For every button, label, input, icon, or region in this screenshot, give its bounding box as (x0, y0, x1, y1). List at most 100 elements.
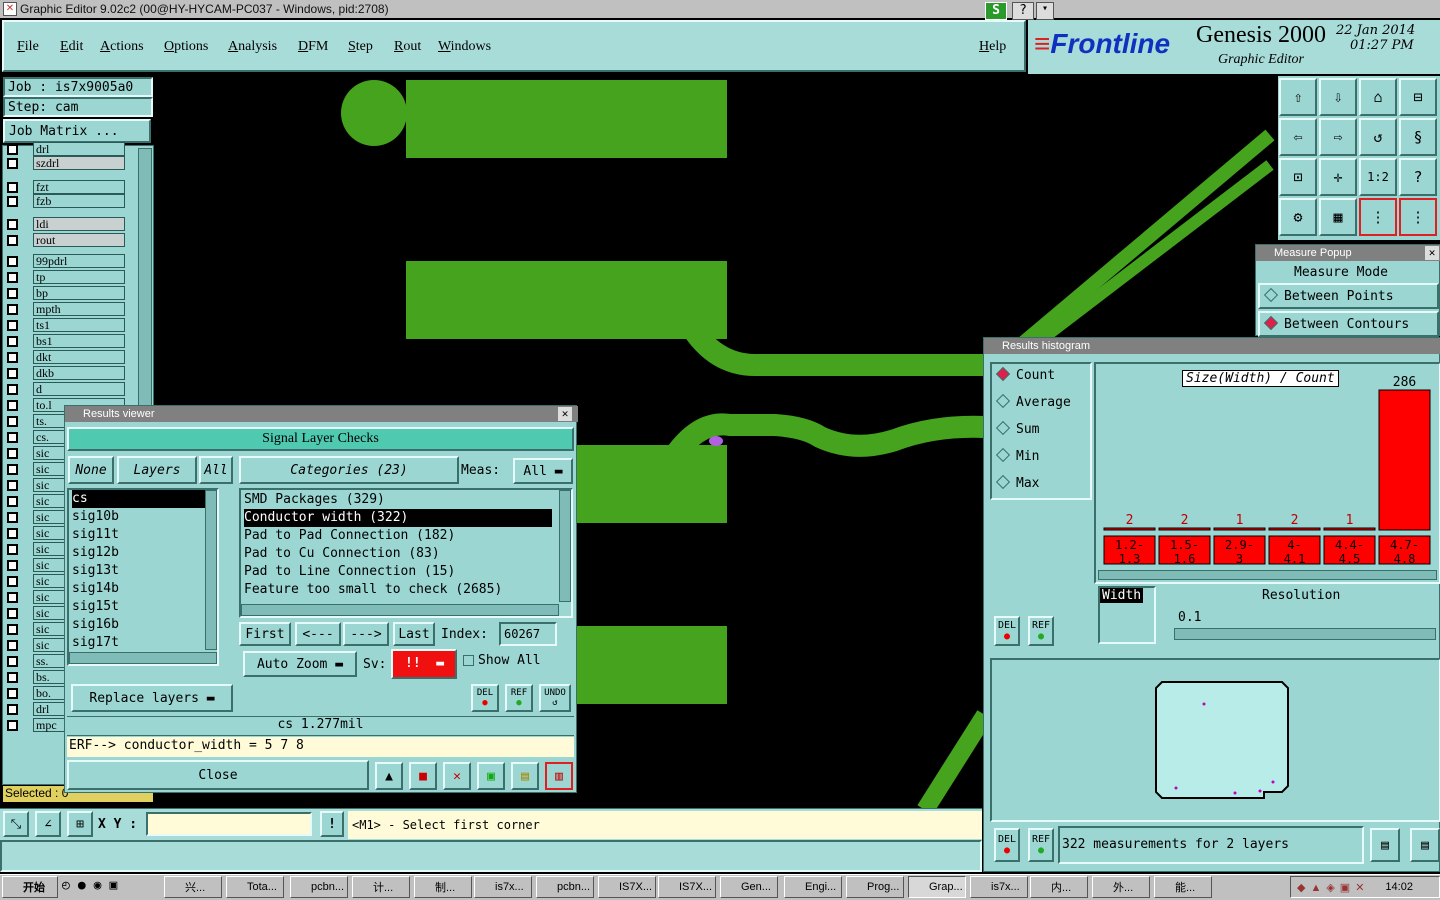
layer-checkbox[interactable] (7, 287, 18, 299)
layer-checkbox[interactable] (7, 319, 18, 331)
view-mirror-icon[interactable]: § (1399, 118, 1437, 156)
result-category-item[interactable]: Pad to Line Connection (15) (244, 563, 571, 581)
all-layers-button[interactable]: All (199, 456, 233, 484)
taskbar-item[interactable]: pcbn... (290, 876, 348, 898)
histogram-mode-option[interactable]: Sum (995, 420, 1084, 449)
layer-checkbox[interactable] (7, 157, 18, 169)
rv-ref-button[interactable]: REF ● (505, 684, 533, 712)
rv-tool-4-icon[interactable]: ▣ (477, 762, 505, 790)
taskbar-item[interactable]: is7x... (970, 876, 1028, 898)
layer-results-list[interactable]: cs sig10b sig11t sig12b sig13t sig14b sig15t si… (67, 488, 219, 666)
layer-checkbox[interactable] (7, 511, 18, 523)
resolution-slider[interactable] (1174, 628, 1436, 640)
rv-histogram-icon[interactable]: ▥ (545, 762, 573, 790)
layer-checkbox[interactable] (7, 218, 18, 230)
layer-checkbox[interactable] (7, 367, 18, 379)
layer-checkbox[interactable] (7, 399, 18, 411)
layer-checkbox[interactable] (7, 559, 18, 571)
histogram-footer-ref[interactable]: REF ● (1028, 828, 1054, 862)
layer-checkbox[interactable] (7, 255, 18, 267)
layer-checkbox[interactable] (7, 351, 18, 363)
layer-checkbox[interactable] (7, 463, 18, 475)
grid-icon[interactable]: ▦ (1319, 198, 1357, 236)
result-layer-item[interactable]: cs (72, 490, 212, 508)
menu-edit[interactable]: Edit (60, 39, 83, 55)
layer-checkbox[interactable] (7, 687, 18, 699)
sv-dropdown[interactable]: !! ▬ (391, 649, 457, 679)
index-input[interactable]: 60267 (499, 622, 557, 646)
layer-checkbox[interactable] (7, 703, 18, 715)
tool-grid-icon[interactable]: ⊞ (67, 811, 93, 837)
result-category-item[interactable]: Feature too small to check (2685) (244, 581, 571, 599)
result-layer-item[interactable]: sig10b (72, 508, 217, 526)
layer-checkbox[interactable] (7, 655, 18, 667)
view-split-icon[interactable]: ⊟ (1399, 78, 1437, 116)
menu-analysis[interactable]: Analysis (228, 39, 277, 55)
first-button[interactable]: First (239, 622, 291, 646)
zoom-fit-icon[interactable]: ⊡ (1279, 158, 1317, 196)
layer-checkbox[interactable] (7, 623, 18, 635)
taskbar-item[interactable]: Grap... (908, 876, 966, 898)
layer-checkbox[interactable] (7, 671, 18, 683)
between-points-option[interactable]: Between Points (1258, 283, 1439, 309)
layer-checkbox[interactable] (7, 271, 18, 283)
layer-checkbox[interactable] (7, 431, 18, 443)
result-category-item[interactable]: SMD Packages (329) (244, 491, 571, 509)
result-layer-item[interactable]: sig15t (72, 598, 217, 616)
layer-row[interactable]: ts1 (7, 318, 125, 332)
layer-checkbox[interactable] (7, 591, 18, 603)
layer-row[interactable]: ldi (7, 217, 125, 231)
layer-row[interactable]: fzb (7, 194, 125, 208)
menu-step[interactable]: Step (348, 39, 373, 55)
layer-row[interactable]: bs1 (7, 334, 125, 348)
layer-row[interactable]: rout (7, 233, 125, 247)
titlebar-s-button[interactable]: S (985, 2, 1007, 20)
netlist-compare-icon[interactable]: ⋮ (1399, 198, 1437, 236)
measure-popup-close[interactable]: ✕ (1425, 246, 1439, 260)
layer-checkbox[interactable] (7, 719, 18, 731)
layer-checkbox[interactable] (7, 447, 18, 459)
taskbar-item[interactable]: Engi... (784, 876, 842, 898)
histogram-hscroll[interactable] (1098, 570, 1437, 580)
taskbar-item[interactable]: Tota... (226, 876, 284, 898)
next-button[interactable]: ---> (343, 622, 389, 646)
taskbar-item[interactable]: IS7X... (658, 876, 716, 898)
histogram-export-icon[interactable]: ▤ (1410, 828, 1440, 862)
view-up-icon[interactable]: ⇧ (1279, 78, 1317, 116)
category-results-hscroll[interactable] (241, 604, 559, 616)
layer-checkbox[interactable] (7, 181, 18, 193)
categories-button[interactable]: Categories (23) (239, 456, 459, 484)
result-layer-item[interactable]: sig13t (72, 562, 217, 580)
layer-row[interactable]: fzt (7, 180, 125, 194)
layer-checkbox[interactable] (7, 415, 18, 427)
layer-row[interactable]: mpth (7, 302, 125, 316)
histogram-mode-option[interactable]: Min (995, 447, 1084, 476)
layer-checkbox[interactable] (7, 479, 18, 491)
result-category-item[interactable]: Conductor width (322) (244, 509, 552, 527)
layer-results-hscroll[interactable] (69, 652, 217, 664)
result-layer-item[interactable]: sig16b (72, 616, 217, 634)
results-viewer-close[interactable]: ✕ (558, 407, 572, 421)
histogram-del-button[interactable]: DEL ● (994, 616, 1020, 646)
taskbar-item[interactable]: 制... (414, 876, 472, 898)
result-layer-item[interactable]: sig12b (72, 544, 217, 562)
histogram-report-icon[interactable]: ▤ (1370, 828, 1400, 862)
start-button[interactable]: 开始 (2, 876, 58, 898)
layer-row[interactable]: tp (7, 270, 125, 284)
settings-icon[interactable]: ⚙ (1279, 198, 1317, 236)
category-results-list[interactable]: SMD Packages (329) Conductor width (322) P… (239, 488, 573, 618)
prev-button[interactable]: <--- (295, 622, 341, 646)
view-help-icon[interactable]: ? (1399, 158, 1437, 196)
menu-options[interactable]: Options (164, 39, 208, 55)
menu-windows[interactable]: Windows (438, 39, 491, 55)
layer-checkbox[interactable] (7, 607, 18, 619)
netlist-icon[interactable]: ⋮ (1359, 198, 1397, 236)
show-all-checkbox[interactable] (463, 655, 474, 666)
tool-angle-icon[interactable]: ∠ (35, 811, 61, 837)
layer-checkbox[interactable] (7, 303, 18, 315)
histogram-mode-option[interactable]: Max (995, 474, 1084, 503)
histogram-bar[interactable] (1378, 389, 1431, 531)
view-left-icon[interactable]: ⇦ (1279, 118, 1317, 156)
layer-row[interactable]: dkb (7, 366, 125, 380)
auto-zoom-dropdown[interactable]: Auto Zoom ▬ (243, 651, 357, 677)
